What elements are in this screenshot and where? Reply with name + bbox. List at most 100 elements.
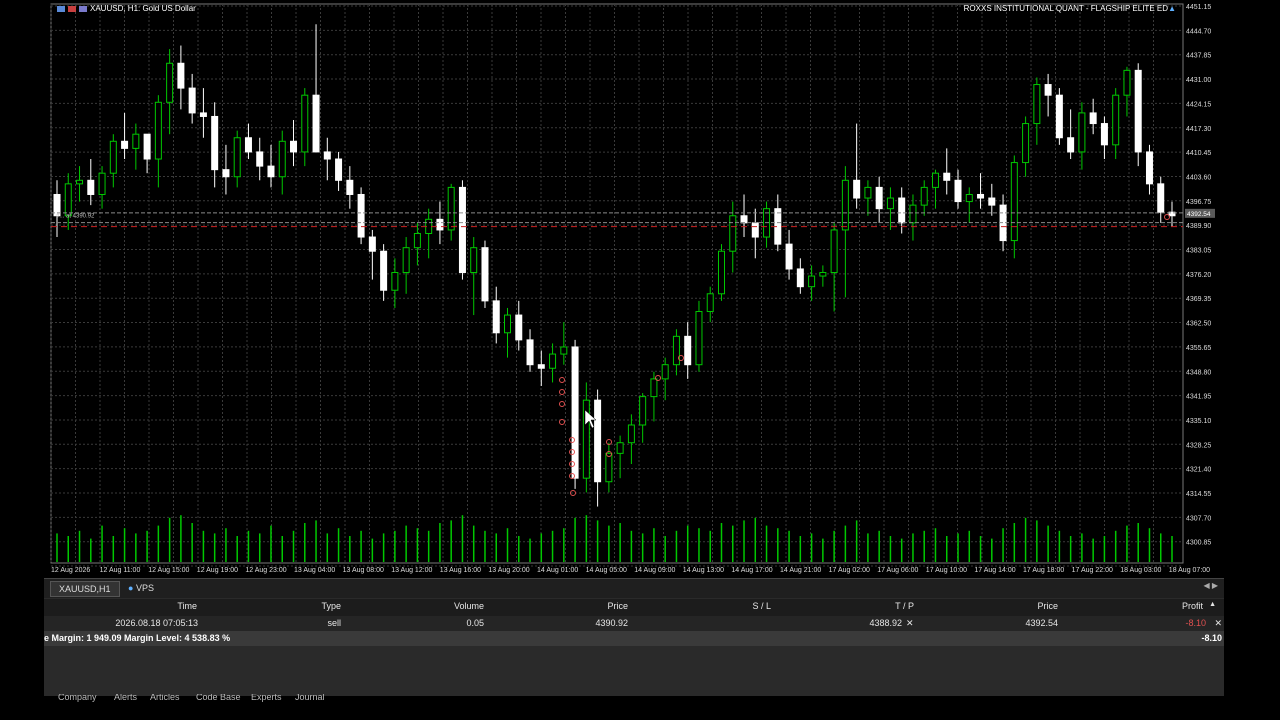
- time-axis-label: 12 Aug 11:00: [100, 567, 141, 574]
- col-time[interactable]: Time: [177, 601, 197, 611]
- candle-body: [1134, 69, 1142, 153]
- tab-scroll-arrows-icon[interactable]: ◀ ▶: [1203, 581, 1218, 590]
- tab-experts[interactable]: Experts: [251, 694, 282, 702]
- candle-body: [853, 179, 861, 199]
- time-axis-label: 17 Aug 10:00: [926, 567, 967, 574]
- candle-body: [954, 179, 962, 203]
- candle-body: [605, 452, 613, 483]
- candle-body: [740, 215, 748, 224]
- col-sl[interactable]: S / L: [752, 601, 771, 611]
- symbol-title-text: XAUUSD, H1: Gold US Dollar: [90, 4, 196, 13]
- col-tp[interactable]: T / P: [895, 601, 914, 611]
- tab-vps[interactable]: ● VPS: [120, 581, 162, 595]
- tab-articles[interactable]: Articles: [150, 694, 180, 702]
- close-position-icon[interactable]: ✕: [1214, 618, 1222, 629]
- candle-body: [402, 247, 410, 274]
- candle-body: [729, 215, 737, 252]
- candle-body: [312, 94, 320, 153]
- col-volume[interactable]: Volume: [454, 601, 484, 611]
- candle-body: [121, 140, 129, 149]
- candle-body: [965, 193, 973, 203]
- tab-xauusd-h1[interactable]: XAUUSD,H1: [50, 581, 120, 597]
- time-axis-label: 13 Aug 16:00: [440, 567, 481, 574]
- candle-body: [233, 137, 241, 178]
- candle-body: [751, 222, 759, 238]
- col-type[interactable]: Type: [321, 601, 341, 611]
- row-profit: -8.10: [1185, 618, 1206, 628]
- time-axis-label: 17 Aug 06:00: [877, 567, 918, 574]
- tab-code-base[interactable]: Code Base: [196, 694, 241, 702]
- candle-body: [188, 87, 196, 114]
- expert-advisor-hat-icon[interactable]: ▲: [1168, 4, 1176, 13]
- candle-body: [886, 197, 894, 210]
- candle-body: [706, 293, 714, 313]
- time-axis-label: 14 Aug 01:00: [537, 567, 578, 574]
- candle-body: [943, 172, 951, 181]
- time-axis-label: 12 Aug 2026: [51, 567, 90, 574]
- expert-advisor-title: ROXXS INSTITUTIONAL QUANT - FLAGSHIP ELI…: [963, 4, 1168, 13]
- toolbox-trade-panel: Time Type Volume Price S / L T / P Price…: [44, 598, 1224, 696]
- price-axis-label: 4431.00: [1186, 77, 1211, 84]
- time-axis-label: 14 Aug 17:00: [731, 567, 772, 574]
- price-axis-label: 4424.15: [1186, 101, 1211, 108]
- price-axis-label: 4396.75: [1186, 199, 1211, 206]
- time-axis-label: 12 Aug 23:00: [245, 567, 286, 574]
- candle-body: [222, 169, 230, 178]
- candle-body: [98, 172, 106, 195]
- candle-body: [560, 346, 568, 355]
- candle-body: [380, 250, 388, 291]
- candle-body: [627, 424, 635, 444]
- candle-body: [717, 250, 725, 295]
- row-time: 2026.08.18 07:05:13: [115, 618, 198, 628]
- candle-body: [1033, 84, 1041, 125]
- chart-bars-icon: [57, 5, 65, 12]
- order-line-label: #... at 4390.92: [56, 214, 95, 220]
- candle-body: [413, 232, 421, 249]
- price-axis-label: 4383.05: [1186, 248, 1211, 255]
- col-profit[interactable]: Profit: [1182, 601, 1203, 611]
- price-axis-label: 4355.65: [1186, 345, 1211, 352]
- candle-body: [481, 247, 489, 302]
- time-axis-label: 17 Aug 18:00: [1023, 567, 1064, 574]
- price-chart[interactable]: 4451.15 4444.70 4437.85 4431.00 4424.15 4417.…: [0, 0, 1280, 578]
- price-axis-label: 4314.55: [1186, 491, 1211, 498]
- candle-body: [244, 137, 252, 153]
- candle-body: [1078, 112, 1086, 153]
- chart-tab-bar: XAUUSD,H1 ● VPS ◀ ▶: [44, 578, 1224, 598]
- candle-body: [695, 311, 703, 366]
- price-axis-label: 4369.35: [1186, 296, 1211, 303]
- candle-body: [931, 172, 939, 188]
- candle-body: [368, 236, 376, 252]
- price-axis-label: 4328.25: [1186, 442, 1211, 449]
- candle-body: [988, 197, 996, 206]
- candle-body: [177, 62, 185, 89]
- trade-table-header: Time Type Volume Price S / L T / P Price…: [44, 599, 1224, 616]
- time-axis-label: 14 Aug 13:00: [683, 567, 724, 574]
- price-axis-label: 4307.70: [1186, 515, 1211, 522]
- candle-body: [808, 275, 816, 288]
- margin-summary: e Margin: 1 949.09 Margin Level: 4 538.8…: [44, 633, 231, 643]
- row-current-price: 4392.54: [1025, 618, 1058, 628]
- col-price-current[interactable]: Price: [1037, 601, 1058, 611]
- time-axis-label: 13 Aug 12:00: [391, 567, 432, 574]
- time-axis-label: 17 Aug 02:00: [829, 567, 870, 574]
- candle-body: [1022, 123, 1030, 164]
- candle-body: [357, 193, 365, 238]
- candle-body: [977, 193, 985, 199]
- price-axis-label: 4444.70: [1186, 28, 1211, 35]
- remove-tp-icon[interactable]: ✕: [906, 618, 914, 629]
- candle-body: [537, 364, 545, 369]
- tab-company[interactable]: Company: [58, 694, 97, 702]
- chart-canvas[interactable]: 4451.15 4444.70 4437.85 4431.00 4424.15 4417.…: [0, 0, 1280, 578]
- col-price[interactable]: Price: [607, 601, 628, 611]
- candle-body: [391, 272, 399, 291]
- chart-line-icon: [79, 5, 87, 12]
- table-row[interactable]: 2026.08.18 07:05:13 sell 0.05 4390.92 43…: [44, 616, 1224, 631]
- row-type: sell: [327, 618, 341, 628]
- tab-journal[interactable]: Journal: [295, 694, 325, 702]
- candle-body: [492, 300, 500, 334]
- candle-body: [278, 140, 286, 178]
- tab-alerts[interactable]: Alerts: [114, 694, 137, 702]
- candle-body: [920, 186, 928, 206]
- price-axis-label: 4451.15: [1186, 4, 1211, 11]
